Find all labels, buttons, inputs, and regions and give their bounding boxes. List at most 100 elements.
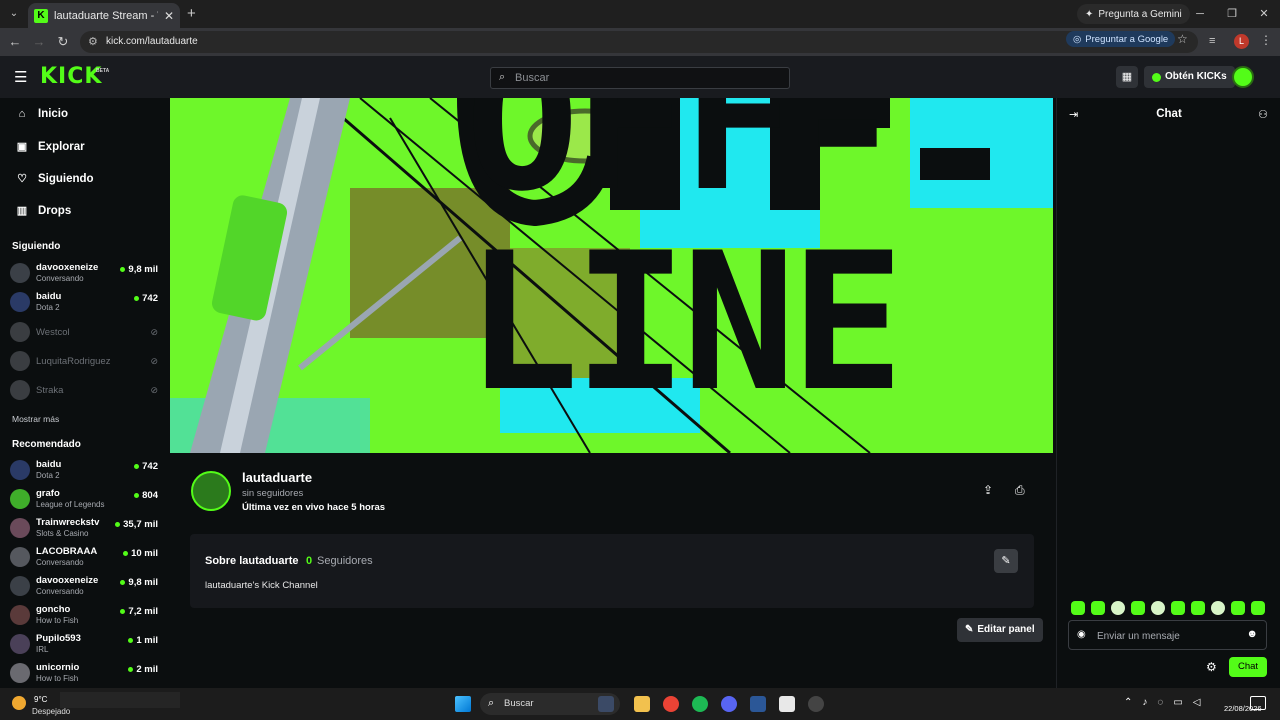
ask-google-button[interactable]: ◎ Preguntar a Google xyxy=(1066,31,1176,47)
system-tray: ⌃ ♪ ◌ ▭ ◁ xyxy=(1124,697,1201,708)
chat-users-icon[interactable]: ⚇ xyxy=(1258,108,1268,121)
following-channel-offline[interactable]: Straka ⊘ xyxy=(10,379,160,405)
emote-icon[interactable] xyxy=(1071,601,1085,615)
recommended-channel[interactable]: Pupilo593 IRL 1 mil xyxy=(10,633,160,659)
channel-avatar[interactable] xyxy=(191,471,231,511)
site-info-icon[interactable]: ⚙ xyxy=(88,35,98,48)
window-close-icon[interactable]: ✕ xyxy=(1248,0,1280,28)
gift-sub-icon[interactable]: ⎙ xyxy=(1015,483,1025,498)
chat-message-input[interactable] xyxy=(1097,628,1237,644)
chat-input-box[interactable]: ◉ ☻ xyxy=(1068,620,1267,650)
nav-item-home[interactable]: ⌂ Inicio xyxy=(16,108,68,120)
live-dot-icon xyxy=(128,667,134,672)
store-icon[interactable]: ▦ xyxy=(1116,66,1138,88)
kick-logo[interactable]: KICK xyxy=(40,64,102,89)
nav-item-following[interactable]: ♡ Siguiendo xyxy=(16,172,94,186)
search-box[interactable]: ⌕ xyxy=(490,67,790,89)
notification-icon[interactable] xyxy=(1250,696,1266,710)
back-arrow-icon[interactable]: ← xyxy=(6,33,24,51)
channel-name: LuquitaRodriguez xyxy=(36,356,111,367)
recommended-channel[interactable]: davooxeneize Conversando 9,8 mil xyxy=(10,575,160,601)
following-channel[interactable]: baidu Dota 2 742 xyxy=(10,291,160,317)
edit-pencil-icon[interactable]: ✎ xyxy=(994,549,1018,573)
channel-username[interactable]: lautaduarte xyxy=(242,470,312,485)
word-icon[interactable] xyxy=(750,696,766,712)
emote-icon[interactable] xyxy=(1231,601,1245,615)
recording-app-icon[interactable] xyxy=(808,696,824,712)
reading-list-icon[interactable]: ≡ xyxy=(1209,35,1215,47)
viewer-count: 2 mil xyxy=(128,664,158,675)
recommended-channel[interactable]: baidu Dota 2 742 xyxy=(10,459,160,485)
emoji-icon[interactable]: ☻ xyxy=(1246,628,1258,640)
os-taskbar: 9°C Despejado ⌕ Buscar ⌃ ♪ ◌ ▭ ◁ 22/08/2… xyxy=(0,688,1280,720)
show-more-link[interactable]: Mostrar más xyxy=(12,414,59,424)
live-dot-icon xyxy=(123,551,129,556)
recommended-channel[interactable]: unicornio How to Fish 2 mil xyxy=(10,662,160,688)
nav-item-drops[interactable]: ▥ Drops xyxy=(16,204,71,218)
reload-icon[interactable]: ↻ xyxy=(54,33,72,51)
emote-icon[interactable] xyxy=(1251,601,1265,615)
viewer-count: 9,8 mil xyxy=(120,264,158,275)
recommended-channel[interactable]: grafo League of Legends 804 xyxy=(10,488,160,514)
emote-icon[interactable] xyxy=(1171,601,1185,615)
microphone-icon[interactable]: ♪ xyxy=(1142,697,1147,708)
forward-arrow-icon[interactable]: → xyxy=(30,33,48,51)
recommended-channel[interactable]: goncho How to Fish 7,2 mil xyxy=(10,604,160,630)
emote-icon[interactable] xyxy=(1111,601,1125,615)
live-dot-icon xyxy=(120,267,126,272)
user-avatar[interactable] xyxy=(1232,66,1254,88)
media-mini-player[interactable] xyxy=(60,692,180,708)
channel-category: IRL xyxy=(36,645,49,654)
close-tab-icon[interactable]: ✕ xyxy=(164,9,174,23)
offline-text-line2: LINE xyxy=(465,212,905,433)
kick-favicon-icon: K xyxy=(34,8,48,23)
chrome-icon[interactable] xyxy=(663,696,679,712)
avatar xyxy=(10,380,30,400)
search-input[interactable] xyxy=(515,70,775,86)
new-tab-button[interactable]: + xyxy=(187,5,196,22)
ask-google-label: Preguntar a Google xyxy=(1085,33,1169,45)
notes-app-icon[interactable] xyxy=(779,696,795,712)
browser-profile-avatar[interactable]: L xyxy=(1234,34,1249,49)
live-dot-icon xyxy=(134,493,140,498)
browser-tab[interactable]: K lautaduarte Stream - Watch Live ✕ xyxy=(28,3,180,28)
chat-settings-gear-icon[interactable]: ⚙ xyxy=(1206,660,1217,674)
nav-item-explore[interactable]: ▣ Explorar xyxy=(16,140,85,154)
maximize-icon[interactable]: ❐ xyxy=(1216,0,1248,28)
tray-chevron-icon[interactable]: ⌃ xyxy=(1124,697,1132,708)
browser-menu-icon[interactable]: ⋮ xyxy=(1260,33,1272,47)
address-bar[interactable]: ⚙ kick.com/lautaduarte xyxy=(80,31,1198,53)
emote-icon[interactable] xyxy=(1091,601,1105,615)
gemini-button[interactable]: ✦ Pregunta a Gemini xyxy=(1077,4,1190,24)
home-icon: ⌂ xyxy=(18,108,26,120)
emote-icon[interactable] xyxy=(1211,601,1225,615)
file-explorer-icon[interactable] xyxy=(634,696,650,712)
tab-search-icon[interactable]: ⌄ xyxy=(4,4,24,24)
volume-icon[interactable]: ◁ xyxy=(1193,697,1201,708)
share-icon[interactable]: ⇪ xyxy=(983,483,993,497)
bike-app-icon[interactable] xyxy=(598,696,614,712)
avatar xyxy=(10,518,30,538)
chat-send-button[interactable]: Chat xyxy=(1229,657,1267,677)
avatar xyxy=(10,292,30,312)
hamburger-menu-icon[interactable]: ☰ xyxy=(14,68,27,86)
following-channel-offline[interactable]: LuquitaRodriguez ⊘ xyxy=(10,350,160,376)
discord-icon[interactable] xyxy=(721,696,737,712)
following-channel-offline[interactable]: Westcol ⊘ xyxy=(10,321,160,347)
minimize-icon[interactable]: ─ xyxy=(1184,0,1216,28)
get-kicks-button[interactable]: Obtén KICKs xyxy=(1144,66,1235,88)
network-icon[interactable]: ◌ xyxy=(1157,697,1163,708)
recommended-channel[interactable]: Trainwreckstv Slots & Casino 35,7 mil xyxy=(10,517,160,543)
following-channel[interactable]: davooxeneize Conversando 9,8 mil xyxy=(10,262,160,288)
battery-icon[interactable]: ▭ xyxy=(1173,697,1182,708)
recommended-channel[interactable]: LACOBRAAA Conversando 10 mil xyxy=(10,546,160,572)
edit-panel-button[interactable]: ✎ Editar panel xyxy=(957,618,1043,642)
windows-start-icon[interactable] xyxy=(455,696,471,712)
emote-icon[interactable] xyxy=(1191,601,1205,615)
avatar xyxy=(10,489,30,509)
spotify-icon[interactable] xyxy=(692,696,708,712)
viewer-count: 804 xyxy=(134,490,158,501)
emote-icon[interactable] xyxy=(1131,601,1145,615)
bookmark-star-icon[interactable]: ☆ xyxy=(1177,32,1188,46)
emote-icon[interactable] xyxy=(1151,601,1165,615)
